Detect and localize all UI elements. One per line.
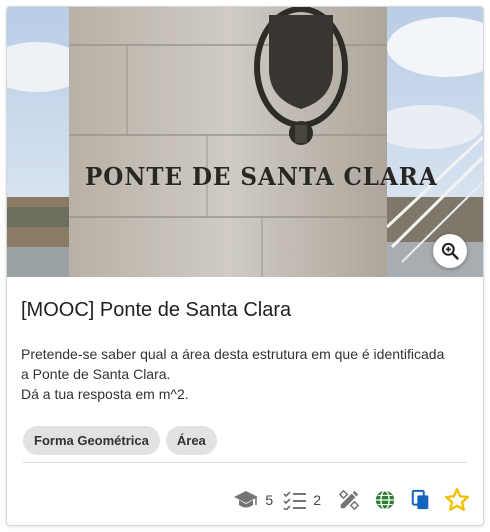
edit-button[interactable] — [331, 485, 367, 515]
tasks-stat: 2 — [283, 490, 321, 510]
checklist-icon — [283, 491, 307, 510]
students-stat: 5 — [233, 490, 273, 510]
description-line: Dá a tua resposta em m^2. — [21, 386, 189, 402]
tag-chip-area[interactable]: Área — [165, 426, 217, 455]
tag-list: Forma Geométrica Área — [23, 426, 217, 455]
zoom-in-icon — [441, 242, 459, 260]
description-line: Pretende-se saber qual a área desta estr… — [21, 346, 445, 362]
students-count: 5 — [265, 492, 274, 508]
tasks-count: 2 — [313, 492, 321, 508]
monument-photo — [7, 7, 483, 277]
task-title[interactable]: [MOOC] Ponte de Santa Clara — [21, 299, 291, 322]
task-description: Pretende-se saber qual a área desta estr… — [21, 344, 461, 404]
monument-inscription: PONTE DE SANTA CLARA — [85, 162, 438, 191]
globe-icon — [375, 490, 395, 510]
star-icon — [444, 487, 470, 511]
divider — [23, 462, 467, 463]
graduation-cap-icon — [234, 491, 259, 508]
copy-button[interactable] — [403, 485, 439, 515]
task-card: PONTE DE SANTA CLARA [MOOC] Ponte de San… — [6, 6, 484, 526]
tag-chip-forma-geometrica[interactable]: Forma Geométrica — [23, 426, 160, 455]
favorite-button[interactable] — [439, 485, 475, 515]
public-button[interactable] — [367, 485, 403, 515]
card-actions: 5 2 — [233, 485, 483, 515]
copy-icon — [411, 489, 429, 510]
zoom-in-button[interactable] — [433, 234, 467, 268]
task-image[interactable]: PONTE DE SANTA CLARA — [7, 7, 483, 277]
edit-ruler-icon — [338, 489, 360, 511]
description-line: a Ponte de Santa Clara. — [21, 366, 171, 382]
